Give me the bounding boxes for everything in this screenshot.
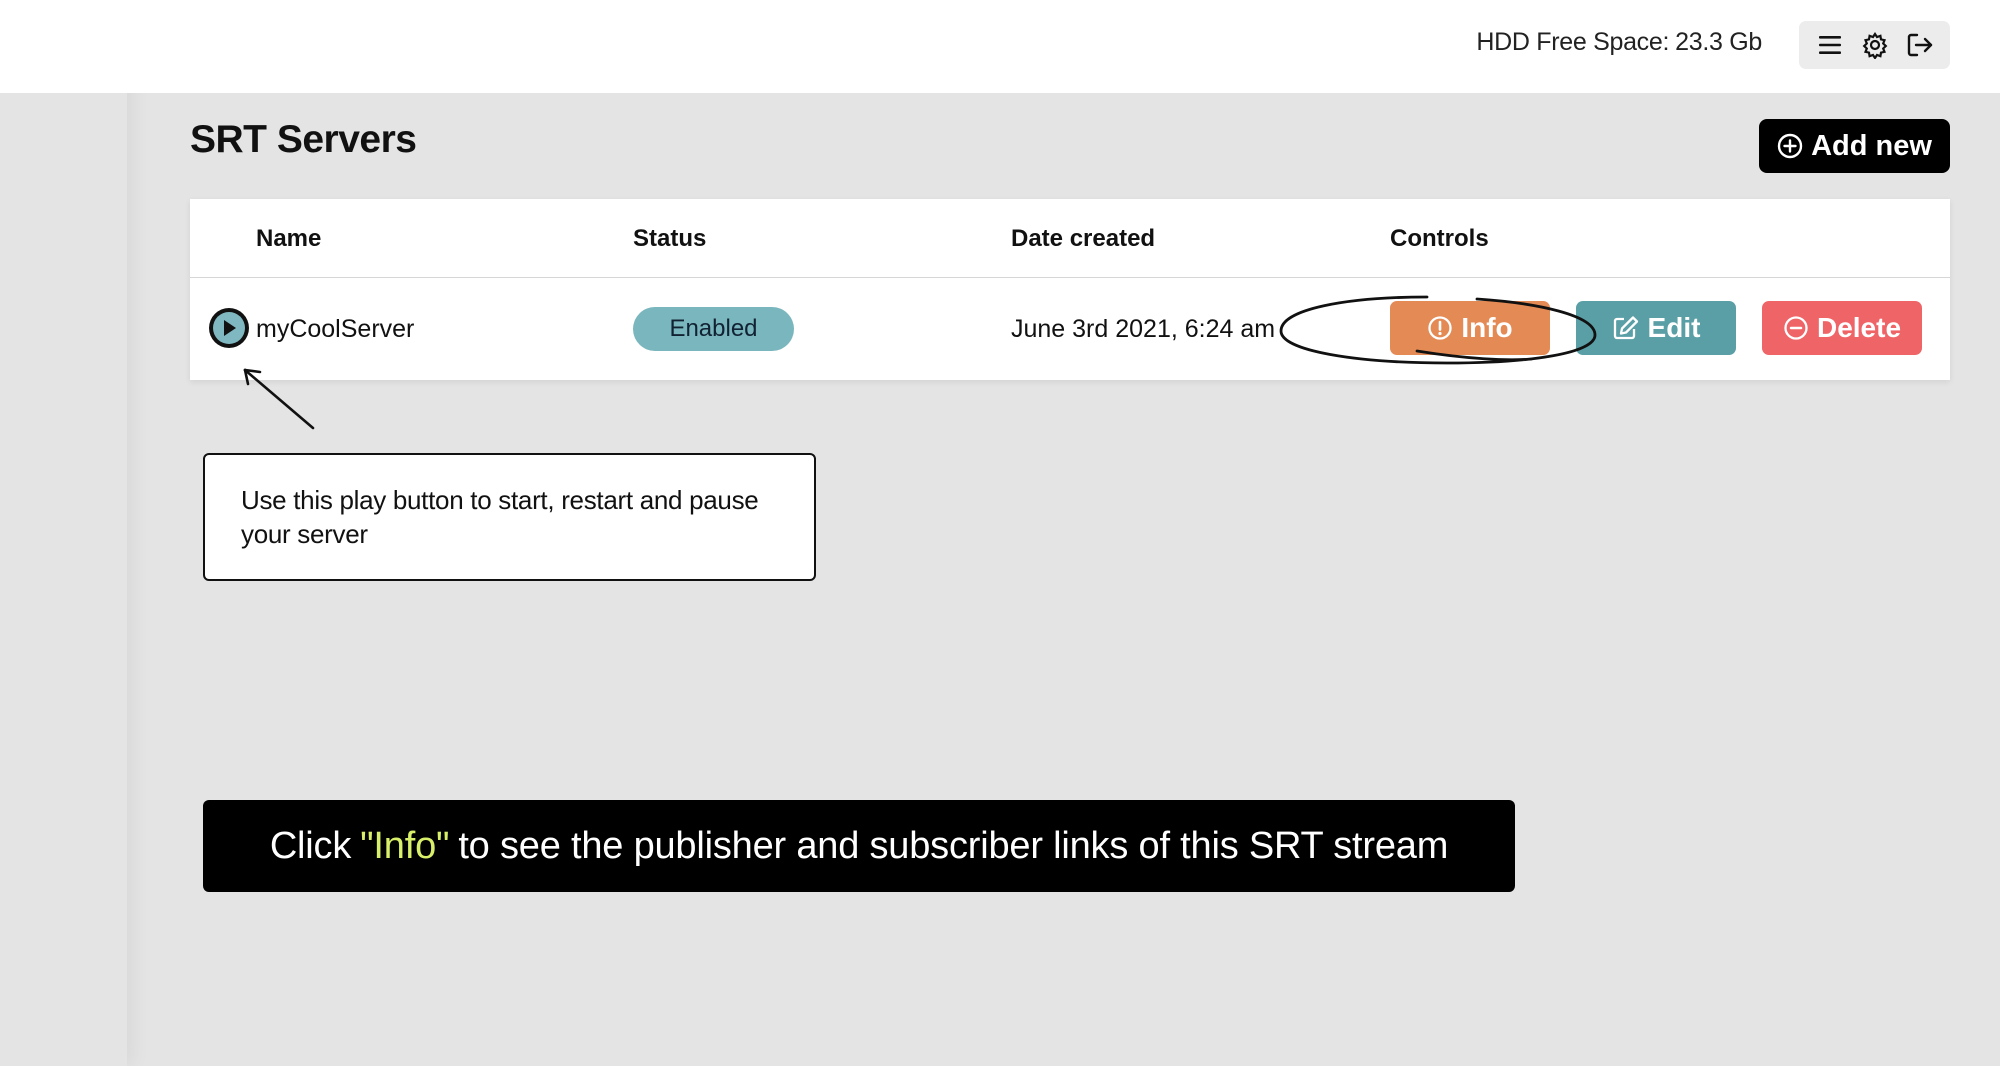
logout-icon[interactable]: [1902, 27, 1938, 63]
edit-button-label: Edit: [1647, 312, 1701, 343]
info-button-label: Info: [1461, 312, 1513, 343]
add-new-button[interactable]: Add new: [1759, 119, 1950, 173]
top-bar: HDD Free Space: 23.3 Gb: [127, 0, 2000, 93]
delete-button-label: Delete: [1816, 312, 1902, 343]
sidebar-logo-area: [0, 0, 127, 93]
table-header: Name Status Date created Controls: [190, 199, 1950, 278]
hdd-free-space-value: 23.3 Gb: [1675, 28, 1762, 56]
play-button[interactable]: [209, 308, 249, 348]
sidebar: [0, 0, 127, 1066]
column-header-name: Name: [256, 225, 322, 252]
page-title: SRT Servers: [190, 118, 417, 161]
plus-circle-icon: [1777, 133, 1803, 159]
edit-icon: [1613, 316, 1638, 340]
banner-text-after: to see the publisher and subscriber link…: [458, 824, 1449, 867]
annotation-arrow: [243, 368, 315, 430]
hdd-free-space: HDD Free Space: 23.3 Gb: [1476, 28, 1762, 57]
page: HDD Free Space: 23.3 Gb SRT Servers Add n…: [0, 0, 2000, 1066]
status-badge: Enabled: [633, 307, 794, 351]
column-header-date-created: Date created: [1011, 225, 1156, 252]
servers-table: Name Status Date created Controls myCool…: [190, 199, 1950, 380]
server-name: myCoolServer: [256, 315, 415, 343]
menu-icon[interactable]: [1812, 27, 1848, 63]
gear-icon[interactable]: [1857, 27, 1893, 63]
header-icon-bar: [1799, 21, 1950, 69]
edit-button[interactable]: Edit: [1576, 301, 1736, 355]
minus-circle-icon: [1784, 316, 1808, 340]
add-new-label: Add new: [1811, 129, 1932, 162]
delete-button[interactable]: Delete: [1762, 301, 1922, 355]
column-header-status: Status: [633, 225, 707, 252]
hdd-free-space-label: HDD Free Space:: [1476, 28, 1670, 56]
info-button[interactable]: Info: [1390, 301, 1550, 355]
table-row: myCoolServer Enabled June 3rd 2021, 6:24…: [190, 278, 1950, 380]
info-icon: [1428, 316, 1452, 340]
instruction-banner: Click "Info" to see the publisher and subs…: [203, 800, 1515, 892]
date-created: June 3rd 2021, 6:24 am: [1011, 315, 1276, 343]
column-header-controls: Controls: [1390, 225, 1489, 252]
banner-text-before: Click: [269, 824, 352, 867]
banner-highlight: "Info": [360, 824, 450, 867]
play-icon: [213, 312, 245, 344]
play-button-tooltip: Use this play button to start, restart a…: [203, 453, 816, 581]
